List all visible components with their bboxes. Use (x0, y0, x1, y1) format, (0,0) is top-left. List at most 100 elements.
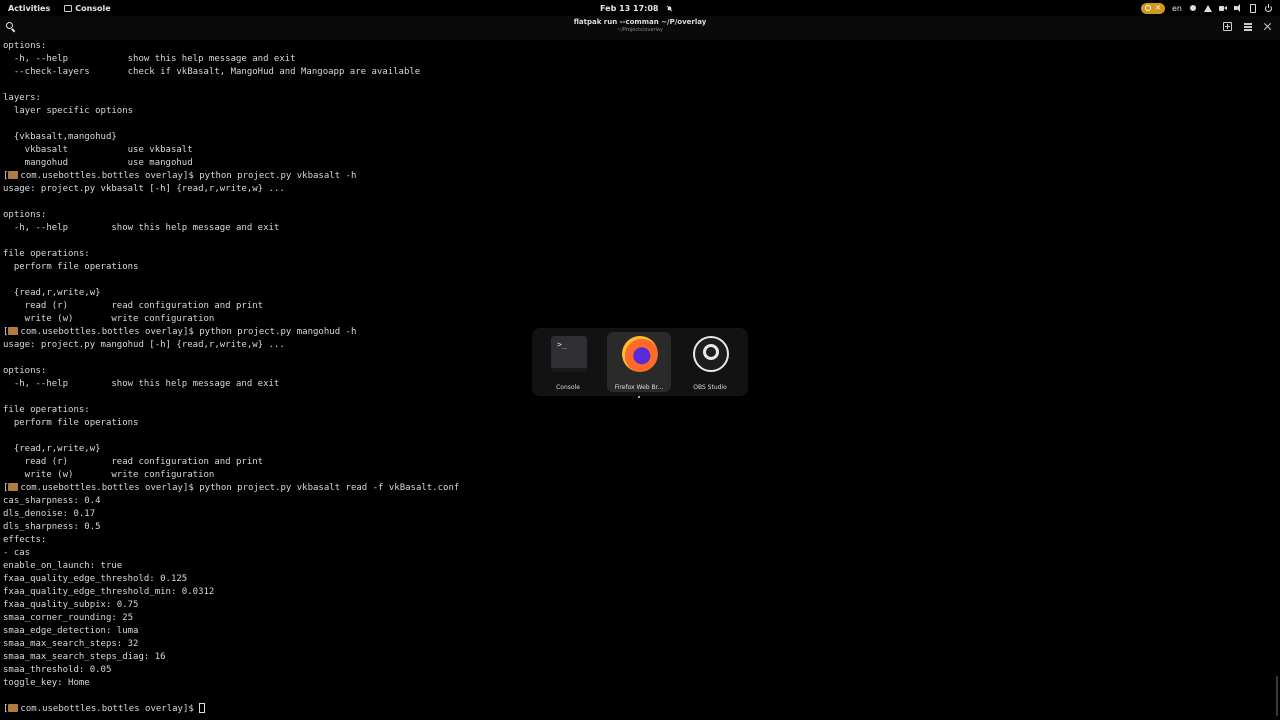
switcher-item-label: Console (556, 384, 580, 391)
terminal-text: com.usebottles.bottles overlay]$ (20, 704, 200, 714)
terminal-line: enable_on_launch: true (3, 560, 1273, 573)
app-switcher: Console Firefox Web Br... OBS Studio (532, 328, 748, 398)
terminal-text: com.usebottles.bottles overlay]$ python … (20, 171, 357, 181)
terminal-text: file operations: (3, 249, 90, 259)
camera-icon (1219, 4, 1227, 12)
top-bar: Activities Console Feb 13 17:08 ✕ en (0, 0, 1280, 16)
terminal-text: write (w) write configuration (3, 314, 215, 324)
clock-button[interactable]: Feb 13 17:08 (600, 0, 673, 16)
terminal-text: -h, --help show this help message and ex… (3, 54, 296, 64)
terminal-text: enable_on_launch: true (3, 561, 123, 571)
terminal-scrollbar[interactable] (1276, 676, 1278, 716)
hamburger-menu-icon[interactable] (1243, 22, 1252, 31)
power-icon[interactable] (1264, 4, 1272, 12)
terminal-text: vkbasalt use vkbasalt (3, 145, 193, 155)
terminal-line: file operations: (3, 404, 1273, 417)
window-subtitle: ~/Projects/overlay (617, 27, 663, 33)
terminal-text: smaa_max_search_steps_diag: 16 (3, 652, 166, 662)
keyboard-layout[interactable]: en (1172, 4, 1182, 13)
switcher-item-console[interactable]: Console (536, 332, 600, 392)
console-app-icon (64, 4, 73, 12)
terminal-line: [com.usebottles.bottles overlay]$ python… (3, 170, 1273, 183)
terminal-line: [com.usebottles.bottles overlay]$ python… (3, 482, 1273, 495)
close-window-icon[interactable] (1263, 22, 1272, 31)
switcher-item-label: Firefox Web Br... (614, 384, 664, 391)
package-icon (8, 171, 19, 179)
terminal-line: perform file operations (3, 261, 1273, 274)
screen-recording-indicator[interactable]: ✕ (1141, 2, 1165, 14)
terminal-text: - cas (3, 548, 31, 558)
terminal-line: -h, --help show this help message and ex… (3, 53, 1273, 66)
terminal-text: layers: (3, 93, 41, 103)
terminal-line: - cas (3, 547, 1273, 560)
terminal-text: -h, --help show this help message and ex… (3, 223, 280, 233)
terminal-line: dls_denoise: 0.17 (3, 508, 1273, 521)
terminal-text: options: (3, 41, 47, 51)
terminal-text: layer specific options (3, 106, 134, 116)
terminal-text: {vkbasalt,mangohud} (3, 132, 117, 142)
terminal-headerbar: flatpak run --comman ~/P/overlay ~/Proje… (0, 16, 1280, 40)
terminal-text: perform file operations (3, 418, 139, 428)
night-light-icon (1189, 4, 1197, 12)
terminal-line: cas_sharpness: 0.4 (3, 495, 1273, 508)
terminal-text: dls_sharpness: 0.5 (3, 522, 101, 532)
terminal-line: write (w) write configuration (3, 469, 1273, 482)
switcher-item-obs[interactable]: OBS Studio (678, 332, 742, 392)
terminal-text: cas_sharpness: 0.4 (3, 496, 101, 506)
terminal-text: fxaa_quality_edge_threshold: 0.125 (3, 574, 188, 584)
terminal-text: options: (3, 210, 47, 220)
app-menu[interactable]: Console (64, 4, 111, 13)
window-title: flatpak run --comman ~/P/overlay (573, 18, 707, 26)
new-tab-icon[interactable] (1223, 22, 1232, 31)
package-icon (8, 483, 19, 491)
clock-label: Feb 13 17:08 (600, 3, 659, 13)
terminal-line: smaa_max_search_steps_diag: 16 (3, 651, 1273, 664)
terminal-text: read (r) read configuration and print (3, 457, 264, 467)
terminal-text: dls_denoise: 0.17 (3, 509, 96, 519)
terminal-text: fxaa_quality_subpix: 0.75 (3, 600, 139, 610)
terminal-line: effects: (3, 534, 1273, 547)
terminal-text: com.usebottles.bottles overlay]$ python … (20, 327, 357, 337)
switcher-item-firefox[interactable]: Firefox Web Br... (607, 332, 671, 398)
terminal-text: {read,r,write,w} (3, 288, 101, 298)
terminal-line: write (w) write configuration (3, 313, 1273, 326)
terminal-text: read (r) read configuration and print (3, 301, 264, 311)
terminal-text: perform file operations (3, 262, 139, 272)
terminal-line: smaa_max_search_steps: 32 (3, 638, 1273, 651)
terminal-text: file operations: (3, 405, 90, 415)
terminal-line: smaa_corner_rounding: 25 (3, 612, 1273, 625)
terminal-text: com.usebottles.bottles overlay]$ python … (20, 483, 460, 493)
terminal-line: {read,r,write,w} (3, 287, 1273, 300)
package-icon (8, 327, 19, 335)
terminal-line: fxaa_quality_edge_threshold_min: 0.0312 (3, 586, 1273, 599)
terminal-text: mangohud use mangohud (3, 158, 193, 168)
terminal-text: smaa_corner_rounding: 25 (3, 613, 134, 623)
terminal-cursor (199, 703, 206, 713)
volume-icon (1234, 4, 1242, 12)
firefox-icon (622, 336, 658, 372)
terminal-line: vkbasalt use vkbasalt (3, 144, 1273, 157)
terminal-text: options: (3, 366, 47, 376)
terminal-text: smaa_threshold: 0.05 (3, 665, 112, 675)
running-indicator-dot (638, 396, 640, 398)
activities-button[interactable]: Activities (8, 4, 50, 13)
terminal-line: --check-layers check if vkBasalt, MangoH… (3, 66, 1273, 79)
terminal-line: toggle_key: Home (3, 677, 1273, 690)
terminal-text: usage: project.py vkbasalt [-h] {read,r,… (3, 184, 285, 194)
stop-icon: ✕ (1155, 4, 1161, 12)
terminal-line: {read,r,write,w} (3, 443, 1273, 456)
terminal-line: smaa_threshold: 0.05 (3, 664, 1273, 677)
terminal-line: fxaa_quality_edge_threshold: 0.125 (3, 573, 1273, 586)
app-menu-label: Console (75, 3, 111, 13)
terminal-icon (551, 336, 587, 372)
terminal-line: options: (3, 209, 1273, 222)
terminal-text: usage: project.py mangohud [-h] {read,r,… (3, 340, 285, 350)
terminal-line: [com.usebottles.bottles overlay]$ (3, 703, 1273, 716)
terminal-line: mangohud use mangohud (3, 157, 1273, 170)
